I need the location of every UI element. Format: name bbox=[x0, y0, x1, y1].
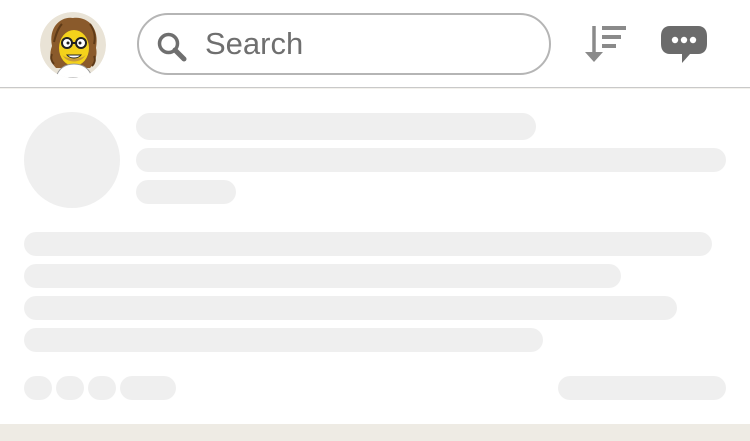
action-placeholder bbox=[120, 376, 176, 400]
sort-button[interactable] bbox=[582, 22, 628, 66]
search-input[interactable] bbox=[205, 25, 525, 63]
body-line-placeholder bbox=[24, 328, 543, 352]
title-line-placeholder bbox=[136, 113, 536, 140]
action-placeholder bbox=[56, 376, 84, 400]
meta-line-placeholder bbox=[136, 180, 236, 204]
user-avatar[interactable] bbox=[40, 12, 106, 78]
subtitle-line-placeholder bbox=[136, 148, 726, 172]
sort-descending-icon bbox=[585, 26, 626, 62]
cartoon-avatar-icon bbox=[40, 12, 106, 78]
avatar-placeholder bbox=[24, 112, 120, 208]
timestamp-placeholder bbox=[558, 376, 726, 400]
action-placeholder bbox=[88, 376, 116, 400]
top-bar bbox=[0, 0, 750, 88]
body-line-placeholder bbox=[24, 232, 712, 256]
action-placeholder bbox=[24, 376, 52, 400]
bottom-strip bbox=[0, 424, 750, 441]
chat-bubble-icon bbox=[661, 26, 707, 63]
body-line-placeholder bbox=[24, 296, 677, 320]
messages-button[interactable] bbox=[660, 24, 708, 66]
search-bar[interactable] bbox=[137, 13, 551, 75]
search-icon bbox=[156, 31, 188, 63]
feed-loading-placeholder bbox=[0, 89, 750, 424]
body-line-placeholder bbox=[24, 264, 621, 288]
